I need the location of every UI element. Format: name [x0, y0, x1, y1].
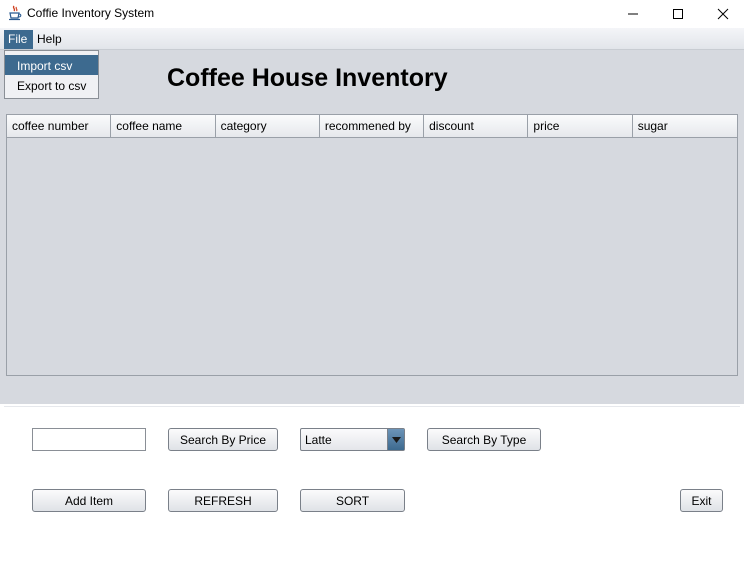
minimize-button[interactable]	[610, 0, 656, 28]
sort-button[interactable]: SORT	[300, 489, 405, 512]
search-by-type-button[interactable]: Search By Type	[427, 428, 541, 451]
search-by-price-button[interactable]: Search By Price	[168, 428, 278, 451]
column-header-sugar[interactable]: sugar	[633, 115, 737, 137]
title-bar: Coffie Inventory System	[0, 0, 744, 28]
refresh-button[interactable]: REFRESH	[168, 489, 278, 512]
search-input[interactable]	[32, 428, 146, 451]
file-dropdown-menu: Import csv Export to csv	[4, 50, 99, 99]
column-header-coffee-name[interactable]: coffee name	[111, 115, 216, 137]
column-header-category[interactable]: category	[216, 115, 320, 137]
chevron-down-icon[interactable]	[387, 429, 404, 450]
column-header-coffee-number[interactable]: coffee number	[7, 115, 112, 137]
menu-help[interactable]: Help	[33, 30, 66, 49]
column-header-discount[interactable]: discount	[424, 115, 529, 137]
maximize-button[interactable]	[655, 0, 701, 28]
coffee-type-select[interactable]: Latte	[300, 428, 405, 451]
close-icon	[717, 8, 729, 20]
java-cup-icon	[7, 5, 23, 21]
exit-button[interactable]: Exit	[680, 489, 723, 512]
column-header-recommened-by[interactable]: recommened by	[320, 115, 425, 137]
menu-item-import-csv[interactable]: Import csv	[5, 55, 98, 75]
close-button[interactable]	[700, 0, 744, 28]
menu-item-export-csv[interactable]: Export to csv	[5, 75, 98, 95]
table-header: coffee number coffee name category recom…	[7, 115, 737, 138]
window-title: Coffie Inventory System	[27, 6, 155, 20]
add-item-button[interactable]: Add Item	[32, 489, 146, 512]
coffee-type-selected-value: Latte	[305, 433, 332, 447]
menu-file[interactable]: File	[4, 30, 33, 49]
inventory-table[interactable]: coffee number coffee name category recom…	[6, 114, 738, 376]
minimize-icon	[628, 13, 638, 15]
menu-bar: File Help	[0, 28, 744, 50]
page-title: Coffee House Inventory	[167, 64, 448, 92]
maximize-icon	[673, 9, 683, 19]
column-header-price[interactable]: price	[528, 115, 633, 137]
controls-panel: Search By Price Latte Search By Type Add…	[4, 406, 740, 570]
